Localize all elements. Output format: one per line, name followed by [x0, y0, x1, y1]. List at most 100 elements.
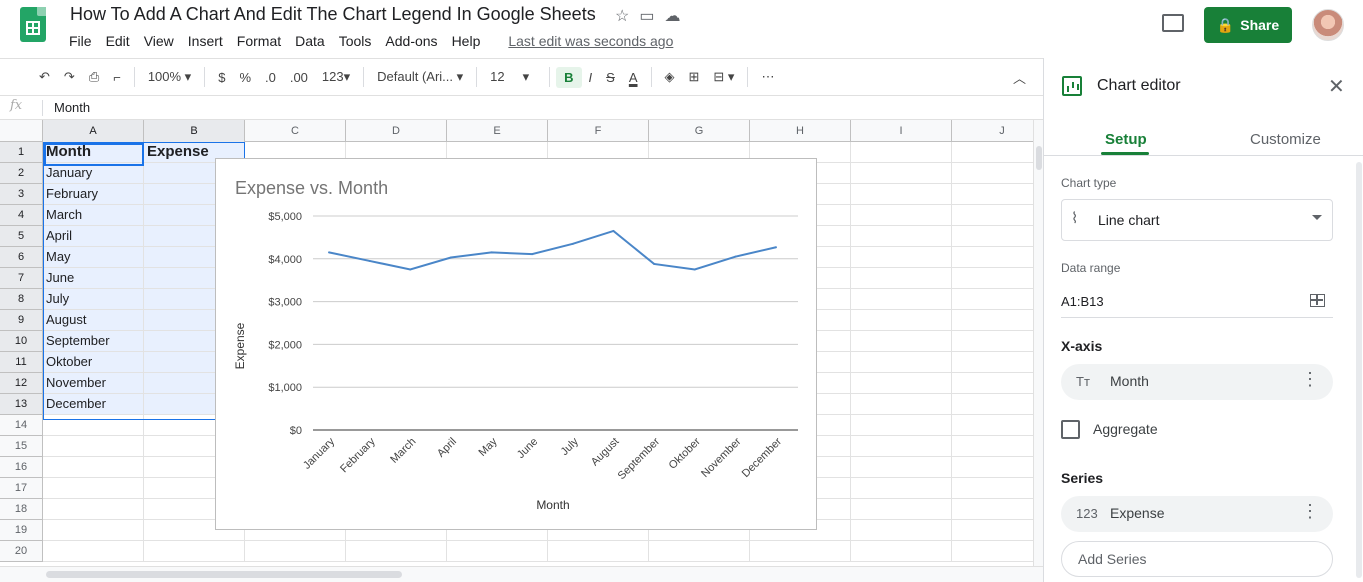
cell[interactable] [952, 184, 1033, 205]
cell[interactable]: September [43, 331, 144, 352]
cell[interactable] [43, 520, 144, 541]
more-vert-icon[interactable]: ⋮ [1301, 370, 1319, 388]
cell[interactable] [851, 247, 952, 268]
cell[interactable]: August [43, 310, 144, 331]
undo-icon[interactable]: ↶ [32, 69, 57, 85]
cell[interactable]: March [43, 205, 144, 226]
menu-insert[interactable]: Insert [181, 32, 230, 50]
menu-addons[interactable]: Add-ons [378, 32, 444, 50]
currency-format-button[interactable]: $ [211, 70, 232, 85]
cell[interactable] [43, 415, 144, 436]
fill-color-icon[interactable]: ◈ [658, 69, 682, 85]
cell[interactable] [952, 163, 1033, 184]
cell[interactable] [851, 436, 952, 457]
add-series-button[interactable]: Add Series [1061, 541, 1333, 577]
cell[interactable] [851, 205, 952, 226]
cell[interactable] [245, 541, 346, 562]
row-header[interactable]: 2 [0, 163, 43, 184]
tab-setup[interactable]: Setup [1105, 131, 1147, 148]
cell[interactable] [43, 457, 144, 478]
avatar[interactable] [1312, 9, 1344, 41]
series-chip[interactable]: 123 Expense ⋮ [1061, 496, 1333, 532]
cell[interactable] [952, 142, 1033, 163]
collapse-toolbar-icon[interactable]: ︿ [1006, 68, 1033, 87]
cloud-status-icon[interactable]: ☁ [664, 6, 680, 26]
text-color-button[interactable]: A [622, 70, 645, 85]
borders-icon[interactable]: ⊞ [682, 69, 707, 85]
cell[interactable] [851, 184, 952, 205]
cell[interactable] [952, 289, 1033, 310]
more-vert-icon[interactable]: ⋮ [1301, 502, 1319, 520]
cell[interactable] [43, 541, 144, 562]
cell[interactable]: November [43, 373, 144, 394]
row-header[interactable]: 7 [0, 268, 43, 289]
menu-data[interactable]: Data [288, 32, 332, 50]
column-header[interactable]: D [346, 120, 447, 142]
cell[interactable]: July [43, 289, 144, 310]
comment-history-icon[interactable] [1162, 14, 1184, 32]
decrease-decimal-button[interactable]: .0 [258, 70, 283, 85]
cell[interactable]: April [43, 226, 144, 247]
cell[interactable] [851, 163, 952, 184]
cell[interactable]: February [43, 184, 144, 205]
cell[interactable] [43, 436, 144, 457]
cell[interactable] [447, 541, 548, 562]
select-range-icon[interactable] [1310, 294, 1325, 307]
more-icon[interactable]: ⋯ [754, 69, 781, 85]
cell[interactable] [649, 541, 750, 562]
cell[interactable] [548, 541, 649, 562]
row-header[interactable]: 12 [0, 373, 43, 394]
tab-customize[interactable]: Customize [1250, 131, 1321, 148]
cell[interactable] [43, 478, 144, 499]
cell[interactable] [952, 457, 1033, 478]
cell[interactable] [952, 415, 1033, 436]
formula-bar[interactable]: fx Month [0, 96, 1043, 120]
column-header[interactable]: G [649, 120, 750, 142]
cell[interactable] [952, 268, 1033, 289]
column-header[interactable]: J [952, 120, 1033, 142]
more-formats-button[interactable]: 123▾ [315, 69, 357, 85]
cell[interactable] [851, 268, 952, 289]
cell[interactable] [851, 457, 952, 478]
cell[interactable] [952, 352, 1033, 373]
row-header[interactable]: 15 [0, 436, 43, 457]
row-header[interactable]: 11 [0, 352, 43, 373]
bold-button[interactable]: B [556, 66, 582, 88]
cell[interactable] [851, 142, 952, 163]
cell[interactable] [750, 541, 851, 562]
merge-cells-icon[interactable]: ⊟ ▾ [706, 69, 741, 85]
percent-format-button[interactable]: % [232, 70, 258, 85]
column-header[interactable]: E [447, 120, 548, 142]
cell[interactable] [851, 478, 952, 499]
cell[interactable]: Oktober [43, 352, 144, 373]
print-icon[interactable]: ⎙ [82, 69, 106, 85]
cell[interactable] [851, 415, 952, 436]
cell[interactable] [952, 373, 1033, 394]
row-header[interactable]: 18 [0, 499, 43, 520]
column-header[interactable]: C [245, 120, 346, 142]
cell[interactable] [952, 394, 1033, 415]
last-edit-link[interactable]: Last edit was seconds ago [501, 32, 680, 50]
horizontal-scrollbar[interactable] [0, 566, 1043, 582]
row-header[interactable]: 20 [0, 541, 43, 562]
select-all-corner[interactable] [0, 120, 43, 142]
column-header[interactable]: B [144, 120, 245, 142]
active-cell[interactable] [44, 143, 144, 166]
star-icon[interactable]: ☆ [615, 6, 629, 26]
cell[interactable] [952, 499, 1033, 520]
font-size-select[interactable]: 12 ▾ [483, 69, 543, 85]
share-button[interactable]: 🔒 Share [1204, 7, 1292, 43]
column-header[interactable]: F [548, 120, 649, 142]
row-header[interactable]: 1 [0, 142, 43, 163]
panel-scrollbar[interactable] [1356, 162, 1362, 578]
row-header[interactable]: 3 [0, 184, 43, 205]
sheets-logo-icon[interactable] [20, 7, 46, 42]
cell[interactable] [43, 499, 144, 520]
document-title[interactable]: How To Add A Chart And Edit The Chart Le… [70, 4, 596, 25]
cell[interactable] [952, 436, 1033, 457]
cell[interactable] [851, 352, 952, 373]
cell[interactable] [851, 310, 952, 331]
menu-file[interactable]: File [62, 32, 99, 50]
menu-help[interactable]: Help [445, 32, 488, 50]
row-header[interactable]: 14 [0, 415, 43, 436]
